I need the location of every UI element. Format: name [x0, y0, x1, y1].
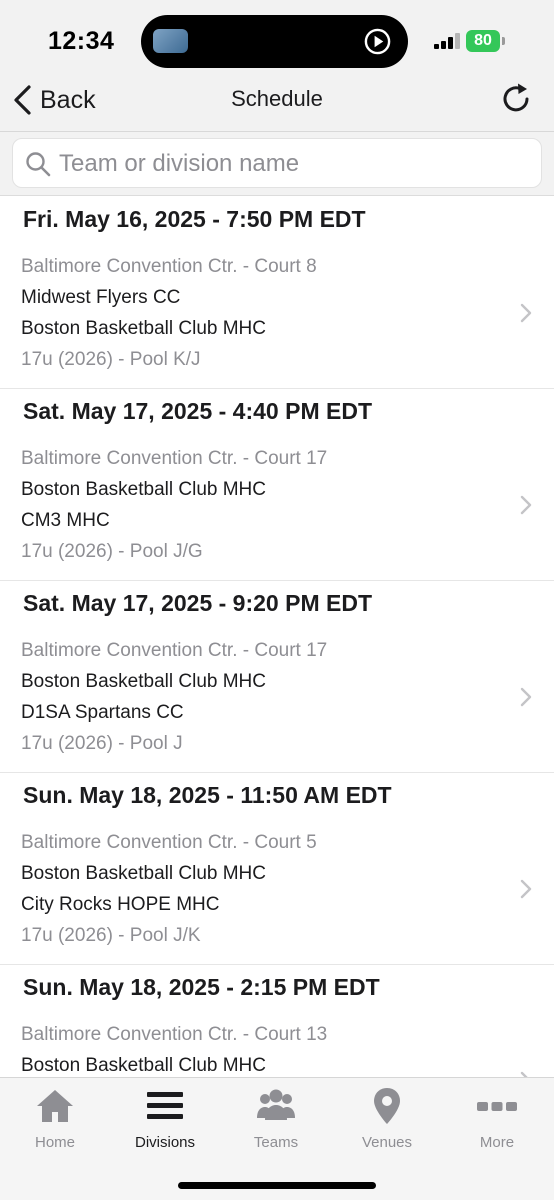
tab-label: Divisions: [134, 1134, 195, 1151]
game-division: 17u (2026) - Pool K/J: [21, 349, 201, 370]
list-icon: [147, 1092, 183, 1119]
game-venue: Baltimore Convention Ctr. - Court 5: [21, 832, 317, 853]
game-division: 17u (2026) - Pool J/K: [21, 925, 201, 946]
game-row[interactable]: Baltimore Convention Ctr. - Court 8 Midw…: [0, 241, 554, 389]
schedule-section: Fri. May 16, 2025 - 7:50 PM EDT Baltimor…: [0, 197, 554, 389]
tab-more[interactable]: More: [442, 1086, 552, 1156]
day-header: Sat. May 17, 2025 - 9:20 PM EDT: [23, 590, 372, 616]
day-header: Sat. May 17, 2025 - 4:40 PM EDT: [23, 398, 372, 424]
game-venue: Baltimore Convention Ctr. - Court 17: [21, 640, 328, 661]
day-header: Sun. May 18, 2025 - 11:50 AM EDT: [23, 782, 392, 808]
game-team-2: D1SA Spartans CC: [21, 702, 184, 723]
dynamic-island[interactable]: [141, 15, 408, 68]
game-team-2: City Rocks HOPE MHC: [21, 894, 220, 915]
tab-label: Home: [34, 1134, 75, 1151]
game-team-1: Midwest Flyers CC: [21, 287, 181, 308]
schedule-section: Sun. May 18, 2025 - 2:15 PM EDT Baltimor…: [0, 965, 554, 1077]
schedule-section: Sat. May 17, 2025 - 9:20 PM EDT Baltimor…: [0, 581, 554, 773]
game-venue: Baltimore Convention Ctr. - Court 17: [21, 448, 328, 469]
home-indicator[interactable]: [178, 1182, 376, 1189]
navigation-bar: Back Schedule: [0, 80, 554, 132]
home-icon: [37, 1090, 73, 1122]
status-time: 12:34: [48, 27, 115, 55]
play-circle-icon: [364, 28, 391, 55]
tab-teams[interactable]: Teams: [221, 1086, 331, 1156]
day-header: Sun. May 18, 2025 - 2:15 PM EDT: [23, 974, 380, 1000]
chevron-right-icon: [520, 303, 532, 323]
game-row[interactable]: Baltimore Convention Ctr. - Court 17 Bos…: [0, 625, 554, 773]
battery-tip: [502, 37, 505, 45]
game-row[interactable]: Baltimore Convention Ctr. - Court 13 Bos…: [0, 1009, 554, 1077]
map-pin-icon: [374, 1088, 400, 1124]
game-division: 17u (2026) - Pool J/G: [21, 541, 203, 562]
more-icon: [477, 1102, 517, 1111]
chevron-right-icon: [520, 495, 532, 515]
chevron-right-icon: [520, 687, 532, 707]
refresh-icon[interactable]: [500, 82, 534, 116]
search-input[interactable]: [59, 146, 529, 182]
game-venue: Baltimore Convention Ctr. - Court 13: [21, 1024, 328, 1045]
people-icon: [257, 1089, 295, 1120]
tab-label: Venues: [361, 1134, 413, 1151]
battery-level: 80: [466, 30, 500, 52]
app-thumbnail-icon: [153, 29, 188, 53]
tab-label: Teams: [253, 1134, 299, 1151]
cellular-signal-icon: [434, 33, 460, 49]
tab-label: More: [479, 1134, 515, 1151]
tab-venues[interactable]: Venues: [332, 1086, 442, 1156]
tab-divisions[interactable]: Divisions: [110, 1086, 220, 1156]
game-team-1: Boston Basketball Club MHC: [21, 863, 266, 884]
schedule-section: Sat. May 17, 2025 - 4:40 PM EDT Baltimor…: [0, 389, 554, 581]
search-bar-container: [0, 132, 554, 196]
chevron-right-icon: [520, 879, 532, 899]
status-bar: 12:34 80: [0, 0, 554, 80]
battery-icon: 80: [466, 30, 506, 52]
schedule-list[interactable]: Fri. May 16, 2025 - 7:50 PM EDT Baltimor…: [0, 197, 554, 1077]
game-division: 17u (2026) - Pool J: [21, 733, 183, 754]
game-row[interactable]: Baltimore Convention Ctr. - Court 5 Bost…: [0, 817, 554, 965]
game-team-2: CM3 MHC: [21, 510, 110, 531]
game-team-1: Boston Basketball Club MHC: [21, 479, 266, 500]
game-team-1: Boston Basketball Club MHC: [21, 1055, 266, 1076]
game-venue: Baltimore Convention Ctr. - Court 8: [21, 256, 317, 277]
schedule-section: Sun. May 18, 2025 - 11:50 AM EDT Baltimo…: [0, 773, 554, 965]
tab-home[interactable]: Home: [0, 1086, 110, 1156]
game-team-2: Boston Basketball Club MHC: [21, 318, 266, 339]
search-icon: [26, 152, 51, 177]
search-box[interactable]: [12, 138, 542, 188]
game-row[interactable]: Baltimore Convention Ctr. - Court 17 Bos…: [0, 433, 554, 581]
game-team-1: Boston Basketball Club MHC: [21, 671, 266, 692]
page-title: Schedule: [231, 86, 323, 111]
day-header: Fri. May 16, 2025 - 7:50 PM EDT: [23, 206, 366, 232]
